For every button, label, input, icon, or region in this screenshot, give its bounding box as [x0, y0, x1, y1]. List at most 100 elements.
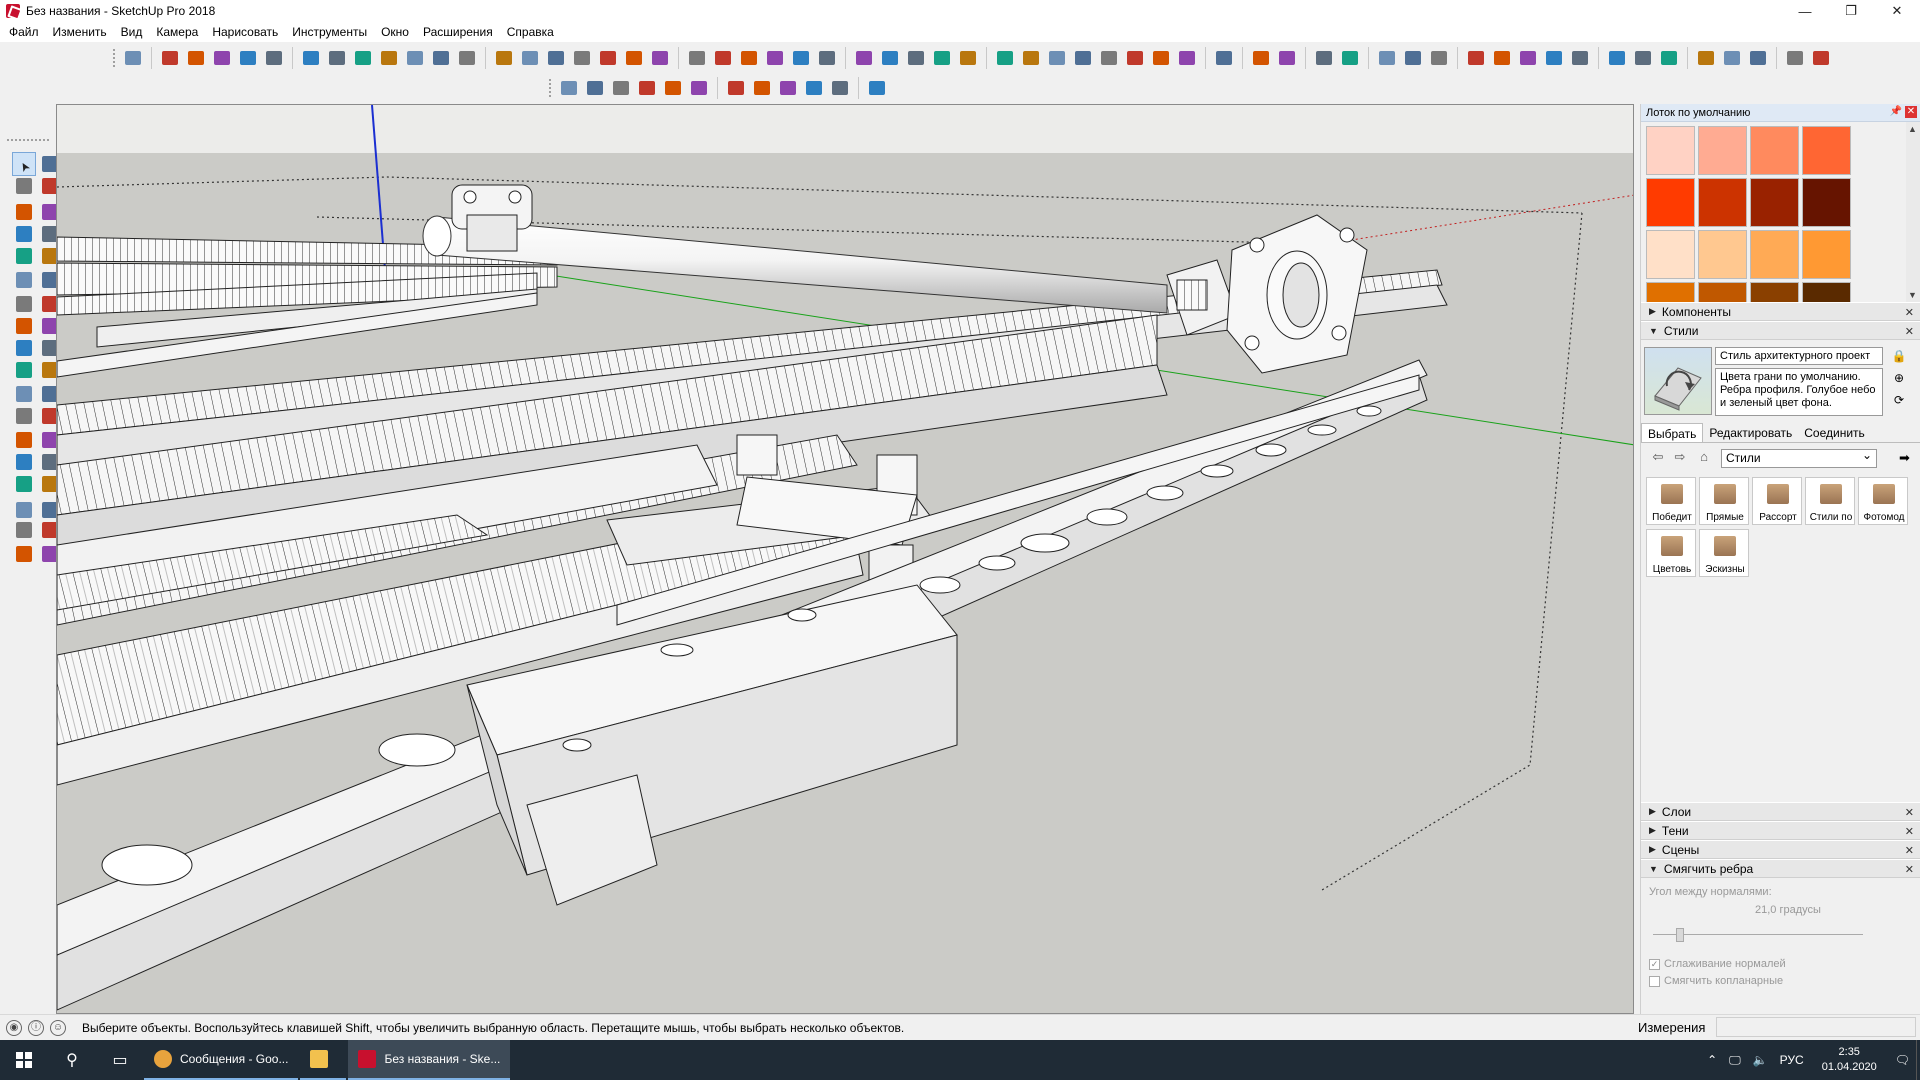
slider-thumb[interactable]: [1676, 928, 1684, 942]
toolbar-tool-button[interactable]: [1746, 46, 1770, 70]
smooth-normals-option[interactable]: ✓ Сглаживание нормалей: [1649, 958, 1786, 970]
toolbar-tool-button[interactable]: [1783, 46, 1807, 70]
tray-close-button[interactable]: ✕: [1905, 106, 1917, 118]
menu-window[interactable]: Окно: [374, 22, 416, 42]
toolbar-tool-button[interactable]: [492, 46, 516, 70]
tool-button[interactable]: [12, 314, 36, 338]
tool-button[interactable]: [12, 336, 36, 360]
color-swatch[interactable]: [1698, 230, 1747, 279]
menu-draw[interactable]: Нарисовать: [205, 22, 285, 42]
menu-file[interactable]: Файл: [2, 22, 46, 42]
show-desktop-button[interactable]: [1916, 1040, 1920, 1080]
tool-button[interactable]: [12, 174, 36, 198]
update-style-icon[interactable]: ⟳: [1891, 393, 1907, 409]
tool-button[interactable]: [12, 472, 36, 496]
section-close-icon[interactable]: ✕: [1905, 825, 1914, 838]
toolbar-tool-button[interactable]: [661, 76, 685, 100]
section-close-icon[interactable]: ✕: [1905, 863, 1914, 876]
create-style-icon[interactable]: ⊕: [1891, 371, 1907, 387]
color-swatch[interactable]: [1802, 126, 1851, 175]
section-layers[interactable]: ▶ Слои ✕: [1641, 802, 1920, 821]
toolbar-tool-button[interactable]: [609, 76, 633, 100]
toolbar-tool-button[interactable]: [518, 46, 542, 70]
user-icon[interactable]: ☺: [50, 1019, 66, 1036]
language-indicator[interactable]: РУС: [1780, 1053, 1804, 1067]
toolbar-tool-button[interactable]: [583, 76, 607, 100]
toolbar-tool-button[interactable]: [1464, 46, 1488, 70]
toolbar-tool-button[interactable]: [930, 46, 954, 70]
toolbar-tool-button[interactable]: [1809, 46, 1833, 70]
toolbar-tool-button[interactable]: [1516, 46, 1540, 70]
menu-camera[interactable]: Камера: [149, 22, 205, 42]
color-swatch[interactable]: [1646, 230, 1695, 279]
details-arrow-icon[interactable]: ➡: [1899, 450, 1915, 466]
lock-icon[interactable]: 🔒: [1891, 349, 1907, 365]
toolbar-tool-button[interactable]: [1490, 46, 1514, 70]
toolbar-tool-button[interactable]: [596, 46, 620, 70]
tool-button[interactable]: [12, 382, 36, 406]
model-scene[interactable]: [57, 105, 1634, 1014]
taskbar-app-explorer[interactable]: [300, 1040, 347, 1080]
toolbar-tool-button[interactable]: [687, 76, 711, 100]
pin-icon[interactable]: 📌: [1890, 106, 1902, 117]
color-swatch[interactable]: [1750, 126, 1799, 175]
style-folder-item[interactable]: Цветовь: [1646, 529, 1696, 577]
style-collection-select[interactable]: Стили: [1721, 448, 1877, 468]
toolbar-tool-button[interactable]: [403, 46, 427, 70]
home-icon[interactable]: ⌂: [1695, 449, 1713, 467]
style-folder-item[interactable]: Фотомод: [1858, 477, 1908, 525]
style-folder-item[interactable]: Рассорт: [1752, 477, 1802, 525]
toolbar-tool-button[interactable]: [865, 76, 889, 100]
toolbar-tool-button[interactable]: [1338, 46, 1362, 70]
toolbar-tool-button[interactable]: [1720, 46, 1744, 70]
network-icon[interactable]: 🖵: [1729, 1053, 1741, 1068]
toolbar-tool-button[interactable]: [635, 76, 659, 100]
toolbar-tool-button[interactable]: [789, 46, 813, 70]
style-folder-item[interactable]: Эскизны: [1699, 529, 1749, 577]
tab-edit[interactable]: Редактировать: [1703, 423, 1798, 442]
clock[interactable]: 2:35 01.04.2020: [1816, 1045, 1883, 1075]
color-swatch[interactable]: [1750, 230, 1799, 279]
section-soften-edges[interactable]: ▼ Смягчить ребра ✕: [1641, 859, 1920, 878]
scroll-down-icon[interactable]: ▼: [1908, 290, 1917, 300]
toolbar-tool-button[interactable]: [158, 46, 182, 70]
toolbar-tool-button[interactable]: [956, 46, 980, 70]
toolbar-tool-button[interactable]: [1401, 46, 1425, 70]
menu-tools[interactable]: Инструменты: [285, 22, 374, 42]
toolbar-grip[interactable]: [548, 78, 552, 98]
windows-start-button[interactable]: [0, 1040, 48, 1080]
soften-coplanar-option[interactable]: Смягчить копланарные: [1649, 975, 1783, 987]
tool-palette-grip[interactable]: [6, 138, 50, 142]
toolbar-grip[interactable]: [112, 48, 116, 68]
tool-button[interactable]: [12, 428, 36, 452]
search-icon[interactable]: ⚲: [48, 1040, 96, 1080]
toolbar-tool-button[interactable]: [776, 76, 800, 100]
task-view-icon[interactable]: ▭: [96, 1040, 144, 1080]
scroll-up-icon[interactable]: ▲: [1908, 124, 1917, 134]
close-button[interactable]: ✕: [1874, 0, 1920, 22]
toolbar-tool-button[interactable]: [1375, 46, 1399, 70]
toolbar-tool-button[interactable]: [1542, 46, 1566, 70]
angle-slider[interactable]: [1653, 928, 1863, 942]
toolbar-tool-button[interactable]: [262, 46, 286, 70]
toolbar-tool-button[interactable]: [236, 46, 260, 70]
toolbar-tool-button[interactable]: [993, 46, 1017, 70]
section-shadows[interactable]: ▶ Тени ✕: [1641, 821, 1920, 840]
toolbar-tool-button[interactable]: [1212, 46, 1236, 70]
tool-button[interactable]: [12, 244, 36, 268]
section-scenes[interactable]: ▶ Сцены ✕: [1641, 840, 1920, 859]
tool-button[interactable]: [12, 292, 36, 316]
tab-mix[interactable]: Соединить: [1798, 423, 1871, 442]
toolbar-tool-button[interactable]: [184, 46, 208, 70]
swatch-scrollbar[interactable]: ▲ ▼: [1906, 122, 1920, 302]
toolbar-tool-button[interactable]: [570, 46, 594, 70]
tool-button[interactable]: [12, 404, 36, 428]
toolbar-tool-button[interactable]: [210, 46, 234, 70]
toolbar-tool-button[interactable]: [351, 46, 375, 70]
section-styles[interactable]: ▼ Стили ✕: [1641, 321, 1920, 340]
toolbar-tool-button[interactable]: [121, 46, 145, 70]
back-arrow-icon[interactable]: ⇦: [1649, 449, 1667, 467]
toolbar-tool-button[interactable]: [763, 46, 787, 70]
toolbar-tool-button[interactable]: [685, 46, 709, 70]
toolbar-tool-button[interactable]: [1568, 46, 1592, 70]
